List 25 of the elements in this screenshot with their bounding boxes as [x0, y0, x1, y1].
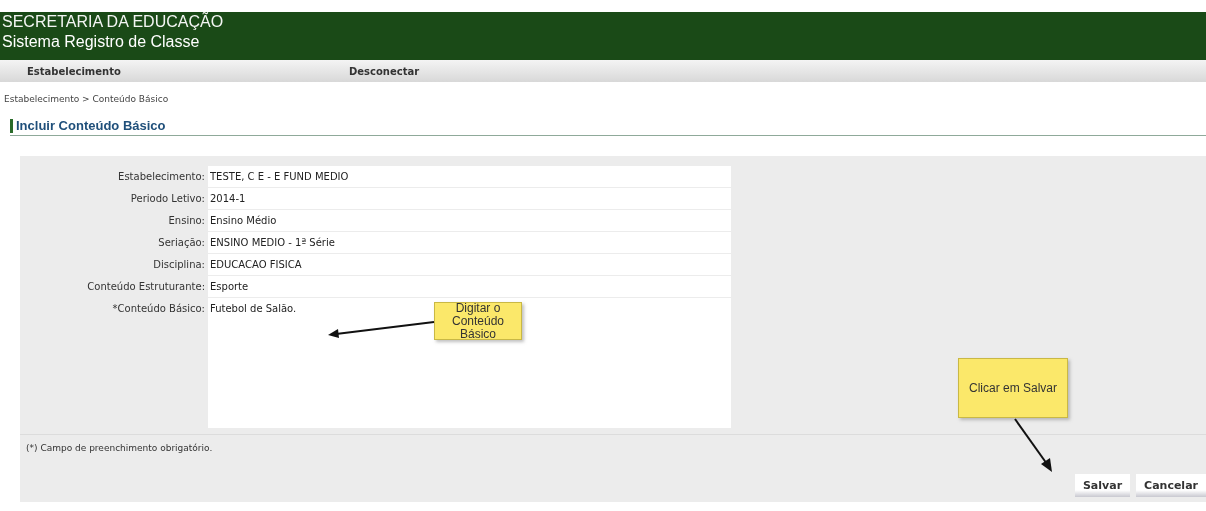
- field-label: *Conteúdo Básico:: [111, 302, 206, 316]
- field-label: Conteúdo Estruturante:: [86, 280, 206, 294]
- input-field[interactable]: ENSINO MEDIO - 1ª Série: [208, 232, 731, 253]
- field-label: Disciplina:: [152, 258, 206, 272]
- input-field[interactable]: Esporte: [208, 276, 731, 297]
- field-label: Estabelecimento:: [117, 170, 206, 184]
- header-title: SECRETARIA DA EDUCAÇÃO: [2, 12, 225, 32]
- page-title: Incluir Conteúdo Básico: [16, 118, 166, 133]
- header-subtitle: Sistema Registro de Classe: [2, 32, 201, 52]
- save-button[interactable]: Salvar: [1074, 474, 1131, 497]
- input-field[interactable]: EDUCACAO FISICA: [208, 254, 731, 275]
- breadcrumb: Estabelecimento > Conteúdo Básico: [4, 94, 169, 104]
- callout-note: Digitar o Conteúdo Básico: [434, 302, 522, 340]
- input-field[interactable]: Ensino Médio: [208, 210, 731, 231]
- required-note: (*) Campo de preenchimento obrigatório.: [26, 443, 213, 453]
- input-field[interactable]: TESTE, C E - E FUND MEDIO: [208, 166, 731, 187]
- menu-item[interactable]: Desconectar: [349, 65, 420, 77]
- callout-note: Clicar em Salvar: [958, 358, 1068, 418]
- field-label: Seriação:: [157, 236, 206, 250]
- input-field[interactable]: 2014-1: [208, 188, 731, 209]
- callout-arrow: [1013, 418, 1053, 472]
- field-label: Periodo Letivo:: [129, 192, 206, 206]
- cancel-button[interactable]: Cancelar: [1136, 474, 1206, 497]
- menu-item[interactable]: Estabelecimento: [27, 65, 349, 77]
- field-label: Ensino:: [167, 214, 206, 228]
